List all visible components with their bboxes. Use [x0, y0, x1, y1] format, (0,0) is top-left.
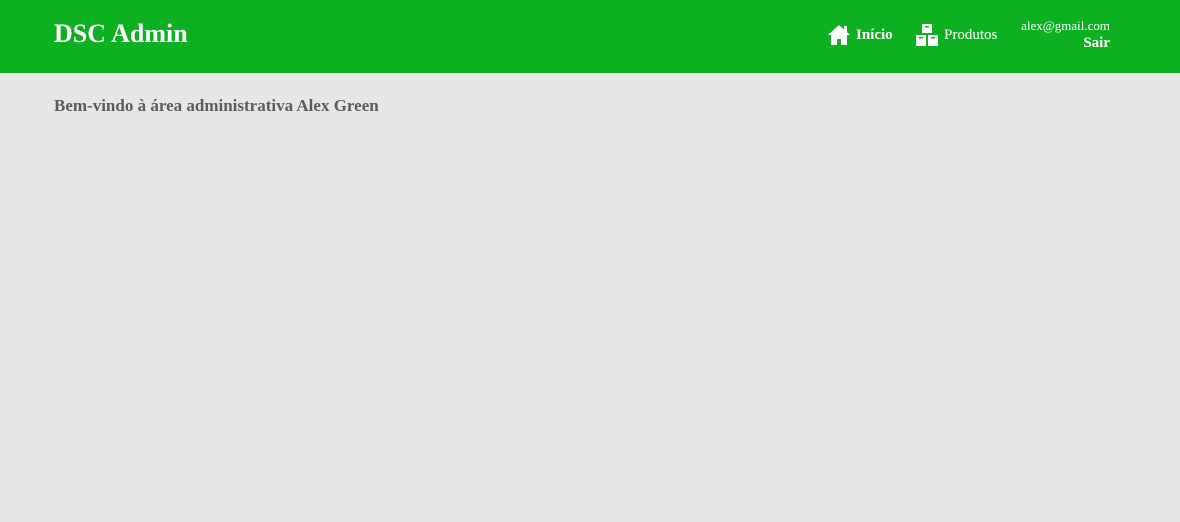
brand-logo-link[interactable]: DSC Admin [54, 18, 188, 50]
user-email: alex@gmail.com [1021, 18, 1110, 33]
nav-products-label: Produtos [944, 27, 998, 43]
home-icon [828, 24, 850, 46]
boxes-icon [916, 24, 938, 46]
nav-home-link[interactable]: Início [828, 24, 893, 46]
nav-home-label: Início [856, 27, 893, 43]
top-navbar: DSC Admin Início Produtos alex@gmail.com… [0, 0, 1180, 73]
welcome-heading: Bem-vindo à área administrativa Alex Gre… [54, 96, 379, 115]
user-menu: alex@gmail.com Sair [1021, 17, 1110, 53]
nav-products-link[interactable]: Produtos [916, 24, 997, 46]
logout-link[interactable]: Sair [1021, 34, 1110, 53]
